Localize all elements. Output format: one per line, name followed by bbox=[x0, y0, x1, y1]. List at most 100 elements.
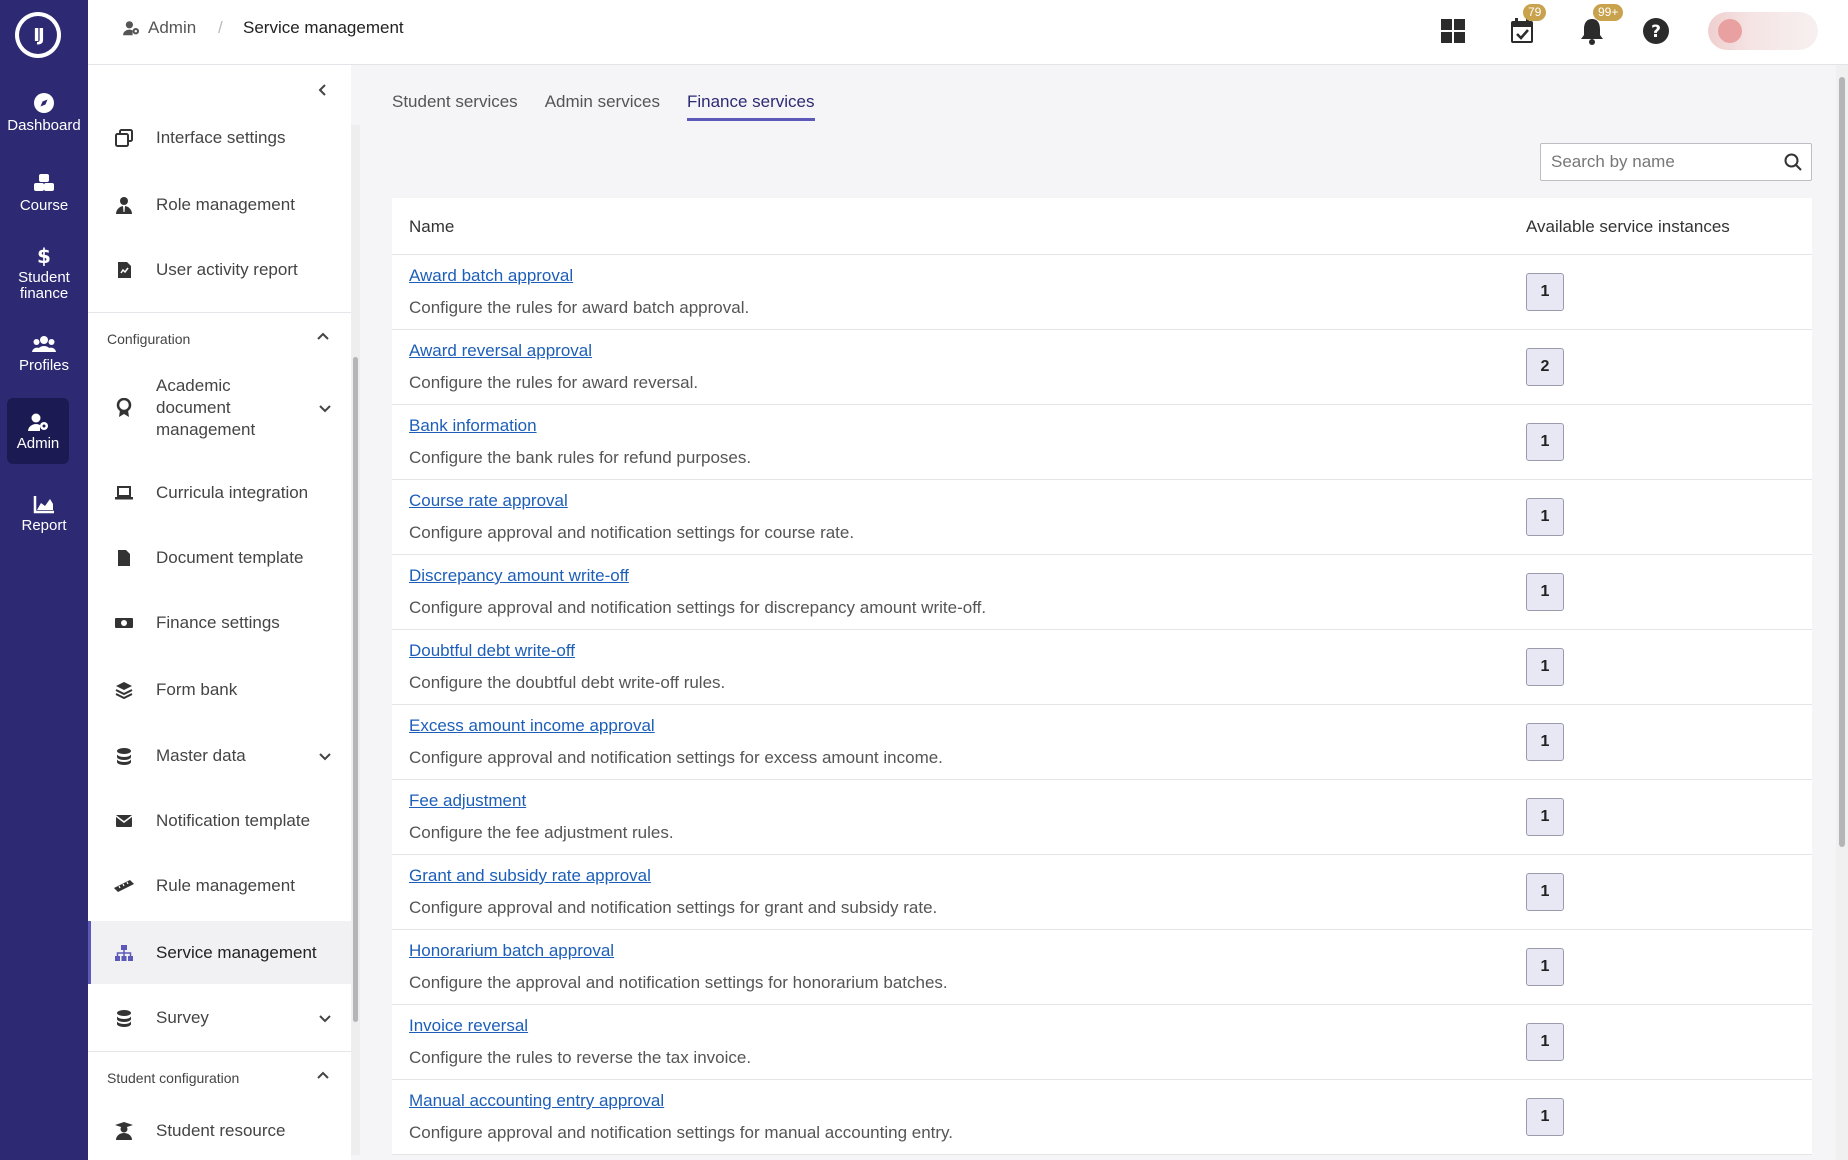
help-button[interactable]: ? bbox=[1639, 14, 1673, 48]
instance-count-badge[interactable]: 1 bbox=[1526, 948, 1564, 986]
instance-count-badge[interactable]: 1 bbox=[1526, 273, 1564, 311]
chart-area-icon bbox=[33, 496, 54, 514]
rail-item-student-finance[interactable]: $ Student finance bbox=[0, 244, 88, 302]
sidebar-item-label: Service management bbox=[156, 942, 317, 962]
sidebar-item-master-data[interactable]: Master data bbox=[88, 731, 351, 781]
collapse-sidebar-button[interactable] bbox=[316, 83, 330, 102]
service-name-link[interactable]: Award batch approval bbox=[409, 266, 573, 286]
service-name-link[interactable]: Bank information bbox=[409, 416, 537, 436]
notifications-button[interactable]: 99+ bbox=[1575, 4, 1624, 48]
apps-grid-button[interactable] bbox=[1436, 14, 1470, 48]
service-description: Configure the rules to reverse the tax i… bbox=[409, 1048, 752, 1067]
sidebar-item-user-activity-report[interactable]: User activity report bbox=[88, 245, 351, 295]
app-logo[interactable]: IJ bbox=[15, 12, 61, 58]
sidebar-item-label: Document template bbox=[156, 548, 304, 567]
sidebar-item-label: User activity report bbox=[156, 260, 298, 279]
rail-item-report[interactable]: Report bbox=[0, 494, 88, 534]
table-header: Name Available service instances bbox=[392, 198, 1812, 255]
service-description: Configure the rules for award batch appr… bbox=[409, 298, 750, 317]
service-name-link[interactable]: Doubtful debt write-off bbox=[409, 641, 575, 661]
sidebar-item-interface-settings[interactable]: Interface settings bbox=[88, 113, 351, 163]
top-bar: Admin / Service management 79 99+ ? bbox=[88, 0, 1848, 65]
service-description: Configure approval and notification sett… bbox=[409, 1123, 954, 1142]
sidebar-item-rule-management[interactable]: Rule management bbox=[88, 861, 351, 911]
service-name-link[interactable]: Manual accounting entry approval bbox=[409, 1091, 664, 1111]
sidebar-item-label: Interface settings bbox=[156, 128, 286, 147]
table-row: Award reversal approval Configure the rul… bbox=[392, 330, 1812, 405]
users-icon bbox=[32, 336, 56, 352]
service-name-link[interactable]: Excess amount income approval bbox=[409, 716, 655, 736]
rail-item-dashboard[interactable]: Dashboard bbox=[0, 92, 88, 134]
table-row: Excess amount income approval Configure a… bbox=[392, 705, 1812, 780]
instance-count-badge[interactable]: 1 bbox=[1526, 498, 1564, 536]
tab-finance-services[interactable]: Finance services bbox=[686, 92, 815, 121]
rail-label: Course bbox=[19, 197, 69, 214]
money-gear-icon bbox=[114, 613, 134, 633]
service-name-link[interactable]: Discrepancy amount write-off bbox=[409, 566, 629, 586]
section-label: Student configuration bbox=[107, 1070, 240, 1086]
sidebar-item-notification-template[interactable]: Notification template bbox=[88, 796, 351, 846]
scrollbar-thumb[interactable] bbox=[1839, 77, 1845, 847]
breadcrumb-admin[interactable]: Admin bbox=[122, 18, 196, 38]
table-row: Honorarium batch approval Configure the a… bbox=[392, 930, 1812, 1005]
service-description: Configure approval and notification sett… bbox=[409, 748, 943, 767]
instance-count-badge[interactable]: 1 bbox=[1526, 1023, 1564, 1061]
file-icon bbox=[114, 548, 134, 568]
section-student-configuration[interactable]: Student configuration bbox=[88, 1051, 351, 1103]
table-row: Bank information Configure the bank rules… bbox=[392, 405, 1812, 480]
sidebar-item-student-resource[interactable]: Student resource bbox=[88, 1106, 351, 1156]
search-input[interactable] bbox=[1541, 144, 1771, 180]
tasks-badge: 79 bbox=[1523, 4, 1547, 21]
sidebar-item-label: Notification template bbox=[156, 811, 311, 830]
instance-count-badge[interactable]: 1 bbox=[1526, 423, 1564, 461]
sidebar-item-label: Rule management bbox=[156, 876, 295, 895]
tab-student-services[interactable]: Student services bbox=[392, 92, 518, 121]
rail-item-admin[interactable]: Admin bbox=[7, 398, 69, 464]
sidebar-item-survey[interactable]: Survey bbox=[88, 993, 351, 1043]
sidebar-item-finance-settings[interactable]: Finance settings bbox=[88, 598, 351, 648]
service-name-link[interactable]: Honorarium batch approval bbox=[409, 941, 614, 961]
instance-count-badge[interactable]: 1 bbox=[1526, 873, 1564, 911]
admin-sidebar: Interface settings Role management User … bbox=[88, 65, 351, 1160]
service-name-link[interactable]: Fee adjustment bbox=[409, 791, 526, 811]
rail-label: Student finance bbox=[18, 269, 70, 302]
service-name-link[interactable]: Grant and subsidy rate approval bbox=[409, 866, 651, 886]
scrollbar-thumb[interactable] bbox=[353, 357, 358, 1022]
tab-admin-services[interactable]: Admin services bbox=[545, 92, 660, 121]
service-name-link[interactable]: Award reversal approval bbox=[409, 341, 592, 361]
service-tabs: Student services Admin services Finance … bbox=[392, 92, 815, 121]
sidebar-item-curricula-integration[interactable]: Curricula integration bbox=[88, 468, 351, 518]
service-name-link[interactable]: Invoice reversal bbox=[409, 1016, 528, 1036]
instance-count-badge[interactable]: 1 bbox=[1526, 648, 1564, 686]
search-icon[interactable] bbox=[1784, 153, 1802, 171]
service-description: Configure approval and notification sett… bbox=[409, 898, 938, 917]
sidebar-item-role-management[interactable]: Role management bbox=[88, 180, 351, 230]
instance-count-badge[interactable]: 1 bbox=[1526, 723, 1564, 761]
sidebar-scrollbar[interactable] bbox=[351, 125, 360, 1155]
sidebar-item-academic-document-management[interactable]: Academic document management bbox=[88, 370, 351, 445]
sidebar-item-form-bank[interactable]: Form bank bbox=[88, 665, 351, 715]
sitemap-icon bbox=[114, 943, 134, 963]
user-avatar-menu[interactable] bbox=[1708, 12, 1818, 50]
service-description: Configure the bank rules for refund purp… bbox=[409, 448, 752, 467]
rail-label: Profiles bbox=[18, 357, 70, 374]
sidebar-item-document-template[interactable]: Document template bbox=[88, 533, 351, 583]
instance-count-badge[interactable]: 2 bbox=[1526, 348, 1564, 386]
section-configuration[interactable]: Configuration bbox=[88, 312, 351, 364]
rail-item-profiles[interactable]: Profiles bbox=[0, 334, 88, 374]
sidebar-item-service-management[interactable]: Service management bbox=[88, 921, 351, 984]
service-name-link[interactable]: Course rate approval bbox=[409, 491, 568, 511]
table-row: Doubtful debt write-off Configure the dou… bbox=[392, 630, 1812, 705]
chevron-down-icon bbox=[319, 753, 331, 761]
main-scrollbar[interactable] bbox=[1836, 65, 1848, 1160]
tasks-button[interactable]: 79 bbox=[1505, 4, 1547, 48]
instance-count-badge[interactable]: 1 bbox=[1526, 1098, 1564, 1136]
bell-icon bbox=[1581, 19, 1603, 45]
instance-count-badge[interactable]: 1 bbox=[1526, 573, 1564, 611]
calendar-check-icon bbox=[1511, 18, 1533, 43]
rail-item-course[interactable]: Course bbox=[0, 172, 88, 214]
instance-count-badge[interactable]: 1 bbox=[1526, 798, 1564, 836]
layers-icon bbox=[114, 680, 134, 700]
user-graduate-icon bbox=[114, 1121, 134, 1141]
main-nav-rail: IJ Dashboard Course $ Student finance Pr… bbox=[0, 0, 88, 1160]
